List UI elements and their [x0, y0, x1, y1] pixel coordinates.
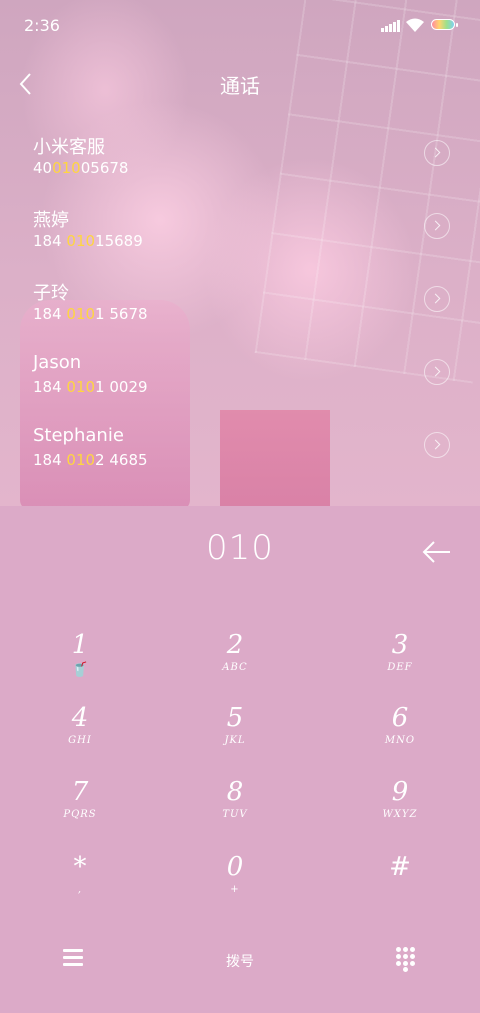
key-hash[interactable]: #	[320, 852, 480, 928]
status-time: 2:36	[24, 16, 60, 35]
key-letters: PQRS	[63, 809, 97, 820]
key-letters: TUV	[222, 809, 248, 820]
contact-item[interactable]: 子玲 184 0101 5678	[0, 279, 480, 349]
contact-item[interactable]: 小米客服 4001005678	[0, 133, 480, 203]
contact-name: 小米客服	[33, 137, 105, 158]
detail-chevron-icon[interactable]	[424, 140, 450, 166]
contact-item[interactable]: Jason 184 0101 0029	[0, 352, 480, 422]
contact-number: 184 0101 0029	[33, 378, 148, 396]
key-digit: 5	[226, 703, 244, 733]
contact-name: 子玲	[33, 283, 69, 304]
key-digit: 2	[226, 630, 244, 660]
detail-chevron-icon[interactable]	[424, 213, 450, 239]
match-highlight: 010	[66, 305, 96, 323]
status-bar: 2:36	[0, 0, 480, 52]
key-letters: MNO	[384, 735, 416, 746]
key-7[interactable]: 7 PQRS	[0, 777, 160, 853]
battery-icon	[431, 19, 458, 30]
contact-number: 184 0101 5678	[33, 305, 148, 323]
key-letters: WXYZ	[382, 809, 418, 820]
contact-item[interactable]: Stephanie 184 0102 4685	[0, 425, 480, 495]
match-highlight: 010	[52, 159, 81, 177]
page-title: 通话	[220, 74, 260, 98]
key-9[interactable]: 9 WXYZ	[320, 777, 480, 853]
key-5[interactable]: 5 JKL	[155, 703, 315, 779]
key-letters: JKL	[224, 735, 246, 746]
key-0[interactable]: 0 +	[155, 852, 315, 928]
key-letters: GHI	[68, 735, 92, 746]
key-4[interactable]: 4 GHI	[0, 703, 160, 779]
dialed-number: 010	[206, 528, 274, 568]
key-digit: #	[389, 852, 411, 882]
key-6[interactable]: 6 MNO	[320, 703, 480, 779]
signal-icon	[381, 20, 400, 32]
contact-name: Jason	[33, 352, 82, 373]
key-digit: 7	[71, 777, 89, 807]
match-highlight: 010	[66, 378, 96, 396]
key-letters: DEF	[387, 662, 413, 673]
key-digit: 8	[226, 777, 244, 807]
key-digit: 3	[391, 630, 409, 660]
key-letters: ABC	[222, 662, 248, 673]
dial-button[interactable]: 拨号	[200, 951, 280, 971]
key-digit: 1	[71, 630, 89, 660]
contact-item[interactable]: 燕婷 184 01015689	[0, 206, 480, 276]
detail-chevron-icon[interactable]	[424, 432, 450, 458]
wifi-icon	[406, 18, 424, 32]
cup-icon: 🥤	[71, 662, 89, 678]
contact-number: 184 01015689	[33, 232, 143, 250]
key-digit: 0	[226, 852, 244, 882]
detail-chevron-icon[interactable]	[424, 286, 450, 312]
key-star[interactable]: * ,	[0, 852, 160, 928]
contact-name: 燕婷	[33, 210, 69, 231]
key-digit: *	[73, 852, 87, 882]
contact-name: Stephanie	[33, 425, 124, 446]
contact-number: 4001005678	[33, 159, 129, 177]
detail-chevron-icon[interactable]	[424, 359, 450, 385]
key-digit: 9	[391, 777, 409, 807]
key-letters: +	[230, 884, 240, 895]
match-highlight: 010	[66, 232, 96, 250]
menu-icon[interactable]	[63, 949, 83, 966]
key-digit: 4	[71, 703, 89, 733]
key-digit: 6	[391, 703, 409, 733]
match-highlight: 010	[66, 451, 96, 469]
key-3[interactable]: 3 DEF	[320, 630, 480, 706]
key-1[interactable]: 1 🥤	[0, 630, 160, 706]
backspace-arrow-icon[interactable]	[420, 538, 454, 566]
key-letters: ,	[77, 884, 83, 895]
contact-number: 184 0102 4685	[33, 451, 148, 469]
keypad-icon[interactable]	[396, 947, 416, 972]
key-2[interactable]: 2 ABC	[155, 630, 315, 706]
key-8[interactable]: 8 TUV	[155, 777, 315, 853]
